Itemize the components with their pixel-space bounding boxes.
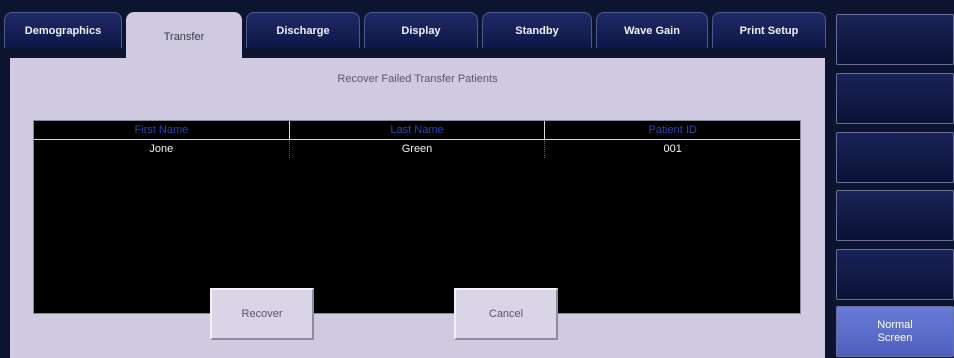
tab-display[interactable]: Display [364,12,478,48]
side-button-5[interactable] [836,249,954,300]
column-header-patient-id: Patient ID [648,124,697,136]
cell-first-name: Jone [34,140,290,158]
column-header-last-name: Last Name [290,121,546,139]
side-button-column: Normal Screen [836,0,954,358]
transfer-panel: Recover Failed Transfer Patients First N… [10,58,825,358]
side-button-1[interactable] [836,14,954,65]
cell-patient-id: 001 [663,143,682,155]
recover-button[interactable]: Recover [210,288,314,340]
tab-print-setup[interactable]: Print Setup [712,12,826,48]
patient-table: First Name Last Name Patient ID Jone Gre… [33,120,801,314]
table-header: First Name Last Name Patient ID [34,121,800,140]
normal-screen-button[interactable]: Normal Screen [836,306,954,357]
tab-transfer[interactable]: Transfer [126,12,242,60]
column-header-first-name: First Name [34,121,290,139]
tab-discharge[interactable]: Discharge [246,12,360,48]
tab-wave-gain[interactable]: Wave Gain [596,12,708,48]
tab-demographics[interactable]: Demographics [4,12,122,48]
tab-bar: Demographics Transfer Discharge Display … [4,12,830,60]
tab-standby[interactable]: Standby [482,12,592,48]
side-button-4[interactable] [836,190,954,241]
table-row[interactable]: Jone Green 001 [34,140,800,158]
side-button-2[interactable] [836,73,954,124]
cancel-button[interactable]: Cancel [454,288,558,340]
cell-last-name: Green [290,140,546,158]
side-button-3[interactable] [836,132,954,183]
panel-title: Recover Failed Transfer Patients [337,73,498,85]
